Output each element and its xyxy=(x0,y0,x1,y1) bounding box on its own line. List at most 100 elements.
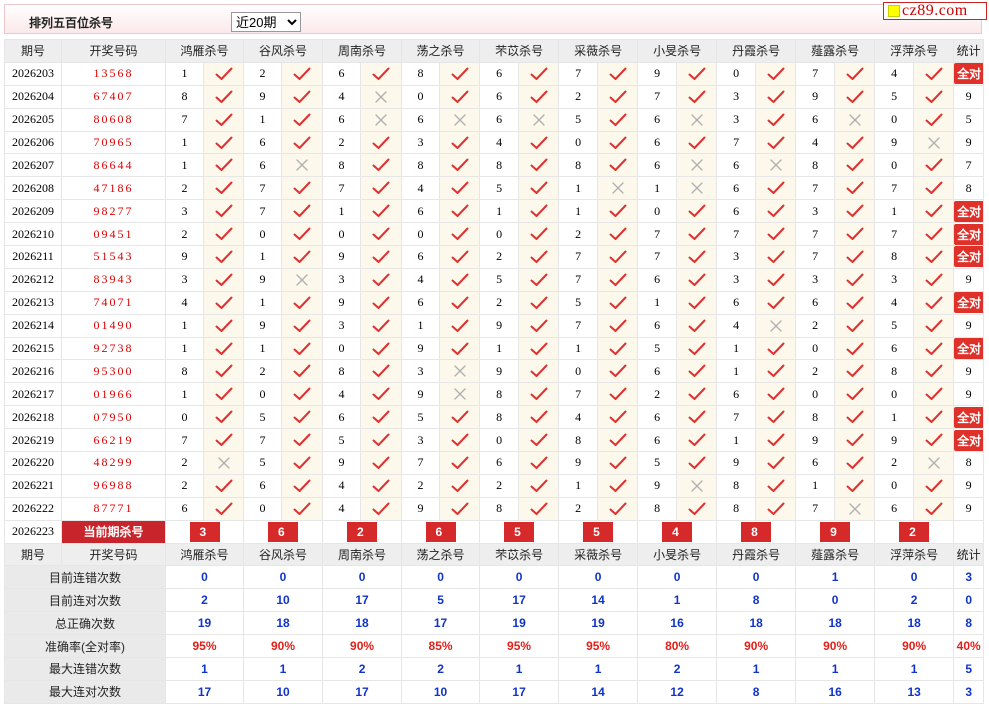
check-mark-icon xyxy=(609,342,627,355)
check-mark-icon xyxy=(767,364,785,378)
hit-mark xyxy=(676,496,718,521)
check-mark-icon xyxy=(767,502,785,515)
kill-number: 0 xyxy=(401,222,441,247)
draw-number: 87771 xyxy=(61,496,166,521)
hit-mark xyxy=(202,496,245,521)
hit-mark xyxy=(597,267,639,292)
site-logo[interactable]: cz89.com xyxy=(883,2,987,20)
kill-number: 7 xyxy=(795,61,836,86)
hit-mark xyxy=(597,153,639,178)
hit-mark xyxy=(360,267,403,292)
check-mark-icon xyxy=(767,113,785,126)
kill-number: 6 xyxy=(637,153,678,178)
summary-value: 95% xyxy=(164,634,245,659)
hit-mark xyxy=(281,290,324,315)
summary-row: 准确率(全对率) 95% 90% 90% 85% 95% 95% 80% 90% 90% 90% 40… xyxy=(4,634,985,659)
period-select[interactable]: 近20期 xyxy=(231,12,301,32)
summary-label: 目前连对次数 xyxy=(4,588,166,613)
kill-number: 0 xyxy=(479,222,520,247)
hit-mark xyxy=(281,382,324,407)
summary-value: 0 xyxy=(716,565,797,590)
check-mark-icon xyxy=(451,90,469,103)
hit-mark xyxy=(597,359,639,384)
hit-mark xyxy=(518,176,560,201)
check-mark-icon xyxy=(372,433,390,447)
logo-square-icon xyxy=(888,5,900,17)
check-mark-icon xyxy=(846,204,864,218)
current-period-row: 2026223 当前期杀号 3 6 2 6 5 5 4 8 9 2 xyxy=(4,519,985,544)
draw-number: 09451 xyxy=(61,222,166,247)
check-mark-icon xyxy=(372,227,390,241)
kill-number: 3 xyxy=(165,199,204,224)
summary-label: 最大连对次数 xyxy=(4,679,166,704)
column-header: 开奖号码 xyxy=(61,39,166,63)
kill-number: 5 xyxy=(637,336,678,361)
check-mark-icon xyxy=(293,90,311,103)
column-header: 浮萍杀号 xyxy=(874,39,955,63)
stat-cell: 8 xyxy=(953,176,985,201)
kill-number: 1 xyxy=(165,130,204,155)
kill-number: 6 xyxy=(401,107,441,132)
header-row: 期号 开奖号码 鸿雁杀号 谷风杀号 周南杀号 荡之杀号 芣苡杀号 采薇杀号 小旻杀号 丹霞杀号 薤露… xyxy=(4,39,985,63)
kill-number: 6 xyxy=(795,107,836,132)
kill-number: 5 xyxy=(874,313,915,338)
stat-cell: 全对 xyxy=(953,222,985,247)
summary-row: 目前连错次数 0 0 0 0 0 0 0 0 1 0 3 xyxy=(4,565,985,590)
kill-number: 2 xyxy=(637,382,678,407)
hit-mark xyxy=(597,130,639,155)
hit-mark xyxy=(755,199,797,224)
stat-cell: 9 xyxy=(953,382,985,407)
kill-number: 7 xyxy=(165,428,204,453)
stat-cell: 全对 xyxy=(953,428,985,453)
check-mark-icon xyxy=(609,410,627,424)
hit-mark xyxy=(755,130,797,155)
check-mark-icon xyxy=(451,136,469,149)
hit-mark xyxy=(913,245,955,269)
draw-number: 92738 xyxy=(61,336,166,361)
summary-value: 8 xyxy=(716,679,797,704)
check-mark-icon xyxy=(846,250,864,263)
miss-mark xyxy=(913,451,955,475)
check-mark-icon xyxy=(925,387,943,401)
hit-mark xyxy=(676,405,718,430)
cross-mark-icon xyxy=(769,159,782,172)
kill-number: 9 xyxy=(401,336,441,361)
kill-number: 6 xyxy=(243,153,283,178)
check-mark-icon xyxy=(609,456,627,469)
kill-number: 5 xyxy=(243,451,283,475)
summary-label: 总正确次数 xyxy=(4,611,166,636)
table-row: 2026214 01490 1 9 3 1 9 7 6 4 2 5 9 xyxy=(4,313,985,338)
issue-number: 2026213 xyxy=(4,290,62,315)
check-mark-icon xyxy=(530,90,548,103)
check-mark-icon xyxy=(215,158,232,172)
hit-mark xyxy=(834,130,876,155)
hit-mark xyxy=(913,473,955,498)
draw-number: 95300 xyxy=(61,359,166,384)
summary-value: 1 xyxy=(637,588,718,613)
summary-row: 目前连对次数 2 10 17 5 17 14 1 8 0 2 0 xyxy=(4,588,985,613)
hit-mark xyxy=(360,382,403,407)
check-mark-icon xyxy=(530,387,548,401)
kill-number: 5 xyxy=(558,107,599,132)
all-hit-badge: 全对 xyxy=(954,200,983,222)
hit-mark xyxy=(834,405,876,430)
issue-number: 2026207 xyxy=(4,153,62,178)
hit-mark xyxy=(834,473,876,498)
hit-mark xyxy=(360,290,403,315)
draw-number: 51543 xyxy=(61,245,166,269)
kill-number: 2 xyxy=(558,496,599,521)
kill-number: 0 xyxy=(401,84,441,109)
table-row: 2026204 67407 8 9 4 0 6 2 7 3 9 5 9 xyxy=(4,84,985,109)
check-mark-icon xyxy=(925,433,943,447)
kill-number: 6 xyxy=(716,153,757,178)
check-mark-icon xyxy=(451,67,469,80)
hit-mark xyxy=(597,61,639,86)
check-mark-icon xyxy=(293,296,311,309)
stat-cell: 9 xyxy=(953,359,985,384)
hit-mark xyxy=(202,199,245,224)
column-header: 荡之杀号 xyxy=(401,542,481,567)
kill-number: 6 xyxy=(637,107,678,132)
hit-mark xyxy=(913,382,955,407)
hit-mark xyxy=(360,428,403,453)
check-mark-icon xyxy=(925,319,943,332)
